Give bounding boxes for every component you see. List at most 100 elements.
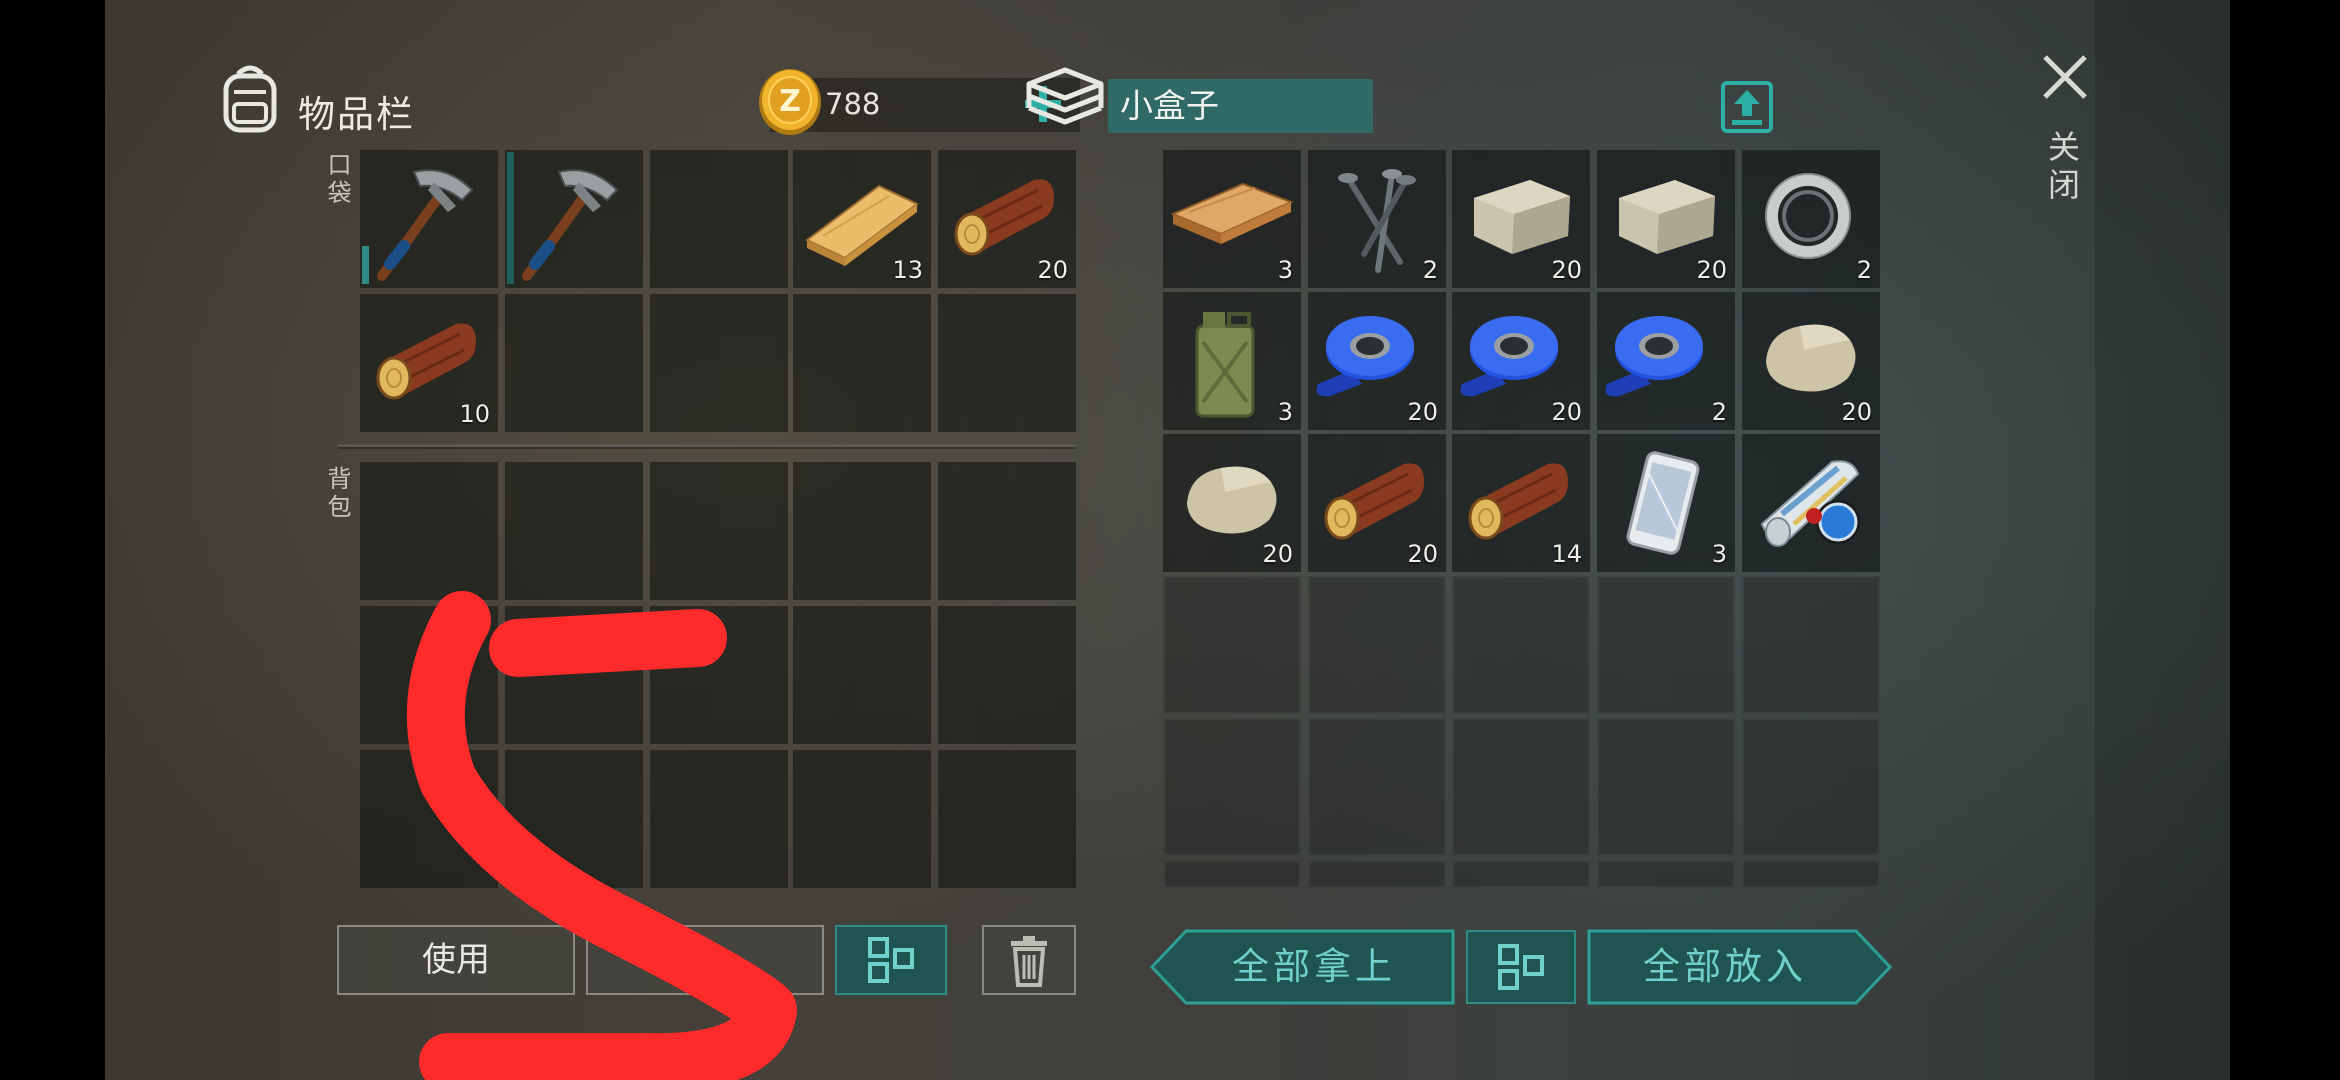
container-slot[interactable]: 2 <box>1597 292 1735 430</box>
item-count: 13 <box>892 256 923 284</box>
split-button[interactable]: 分 <box>586 925 824 995</box>
backpack-slot[interactable] <box>793 462 931 600</box>
container-slot[interactable] <box>1163 718 1301 856</box>
container-slot[interactable]: 2 <box>1308 150 1446 288</box>
container-slot[interactable] <box>1163 860 1301 888</box>
grid-sort-icon <box>868 937 914 983</box>
pocket-slot[interactable] <box>938 294 1076 432</box>
item-count: 20 <box>1037 256 1068 284</box>
container-sort-button[interactable] <box>1466 930 1576 1004</box>
upload-icon[interactable] <box>1720 80 1774 134</box>
container-slot[interactable] <box>1308 576 1446 714</box>
item-count: 20 <box>1551 398 1582 426</box>
backpack-slot[interactable] <box>793 750 931 888</box>
item-count: 2 <box>1422 256 1438 284</box>
backpack-slot[interactable] <box>505 462 643 600</box>
map-scroll-icon <box>1760 460 1860 547</box>
close-icon[interactable] <box>2040 52 2090 102</box>
trash-button[interactable] <box>982 925 1076 995</box>
container-name-field[interactable] <box>1108 79 1373 133</box>
backpack-slot[interactable] <box>938 750 1076 888</box>
container-slot[interactable]: 20 <box>1163 434 1301 572</box>
container-slot[interactable] <box>1452 576 1590 714</box>
backpack-slot[interactable] <box>938 606 1076 744</box>
container-slot[interactable] <box>1163 576 1301 714</box>
pocket-slot[interactable] <box>505 294 643 432</box>
container-slot[interactable]: 2 <box>1742 150 1880 288</box>
backpack-slot[interactable] <box>650 750 788 888</box>
container-slot[interactable]: 3 <box>1597 434 1735 572</box>
take-all-button[interactable]: 全部拿上 <box>1150 929 1455 1005</box>
item-count: 20 <box>1262 540 1293 568</box>
item-count: 2 <box>1856 256 1872 284</box>
item-count: 20 <box>1407 398 1438 426</box>
container-slot[interactable] <box>1742 576 1880 714</box>
grid-sort-icon <box>1498 944 1544 990</box>
pocket-slot[interactable] <box>650 294 788 432</box>
backpack-label: 背包 <box>323 466 351 522</box>
pocket-slot[interactable]: 20 <box>938 150 1076 288</box>
pocket-slot[interactable] <box>360 150 498 288</box>
container-slot[interactable]: 20 <box>1742 292 1880 430</box>
pocket-slot[interactable]: 13 <box>793 150 931 288</box>
container-slot[interactable] <box>1597 576 1735 714</box>
backpack-slot[interactable] <box>505 606 643 744</box>
backpack-slot[interactable] <box>650 606 788 744</box>
pickaxe-icon <box>522 169 619 281</box>
pocket-label: 口袋 <box>323 152 351 208</box>
backpack-slot[interactable] <box>360 750 498 888</box>
container-slot[interactable]: 14 <box>1452 434 1590 572</box>
inventory-title: 物品栏 <box>298 93 415 136</box>
put-all-label: 全部放入 <box>1643 945 1807 988</box>
use-button[interactable]: 使用 <box>337 925 575 995</box>
close-label[interactable]: 关闭 <box>2043 130 2085 206</box>
pocket-slot[interactable] <box>793 294 931 432</box>
item-count: 3 <box>1711 540 1727 568</box>
container-slot[interactable] <box>1742 434 1880 572</box>
put-all-button[interactable]: 全部放入 <box>1587 929 1892 1005</box>
container-slot[interactable]: 20 <box>1597 150 1735 288</box>
take-all-label: 全部拿上 <box>1232 945 1396 988</box>
item-count: 3 <box>1277 398 1293 426</box>
backpack-slot[interactable] <box>938 462 1076 600</box>
container-slot[interactable] <box>1597 860 1735 888</box>
backpack-slot[interactable] <box>505 750 643 888</box>
item-count: 3 <box>1277 256 1293 284</box>
backpack-icon <box>223 65 277 133</box>
container-slot[interactable]: 3 <box>1163 292 1301 430</box>
container-slot[interactable]: 20 <box>1452 292 1590 430</box>
backpack-slot[interactable] <box>793 606 931 744</box>
item-count: 10 <box>459 400 490 428</box>
trash-icon <box>1011 936 1047 987</box>
pocket-slot[interactable] <box>650 150 788 288</box>
container-slot[interactable] <box>1742 860 1880 888</box>
container-slot[interactable] <box>1452 718 1590 856</box>
item-count: 14 <box>1551 540 1582 568</box>
backpack-slot[interactable] <box>650 462 788 600</box>
container-slot[interactable] <box>1742 718 1880 856</box>
pickaxe-icon <box>377 169 474 281</box>
container-slot[interactable]: 20 <box>1308 434 1446 572</box>
item-count: 20 <box>1841 398 1872 426</box>
container-slot[interactable] <box>1597 718 1735 856</box>
section-divider <box>338 444 1076 447</box>
item-count: 20 <box>1551 256 1582 284</box>
coin-icon: Z <box>759 69 821 135</box>
coin-amount: 788 <box>825 87 881 121</box>
pocket-slot[interactable] <box>505 150 643 288</box>
pocket-slot[interactable]: 10 <box>360 294 498 432</box>
backpack-slot[interactable] <box>360 462 498 600</box>
container-slot[interactable] <box>1308 860 1446 888</box>
backpack-slot[interactable] <box>360 606 498 744</box>
svg-text:Z: Z <box>779 84 801 119</box>
container-slot[interactable]: 20 <box>1308 292 1446 430</box>
item-count: 2 <box>1711 398 1727 426</box>
container-slot[interactable] <box>1308 718 1446 856</box>
sort-button[interactable] <box>835 925 947 995</box>
box-icon <box>1026 67 1104 125</box>
container-slot[interactable] <box>1452 860 1590 888</box>
container-slot[interactable]: 3 <box>1163 150 1301 288</box>
close-strip <box>2095 0 2230 1080</box>
item-count: 20 <box>1696 256 1727 284</box>
container-slot[interactable]: 20 <box>1452 150 1590 288</box>
